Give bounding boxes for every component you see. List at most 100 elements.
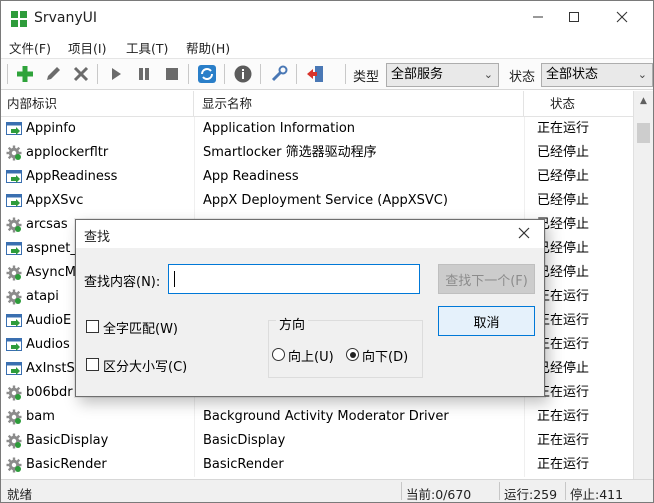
service-status: 正在运行 [524,429,633,453]
vertical-scrollbar[interactable]: ▲ [633,91,653,479]
start-button[interactable] [105,63,127,85]
status-filter-select[interactable]: 全部状态 ⌄ [541,63,653,87]
status-bar: 就绪 当前:0/670 运行:259 停止:411 [1,479,653,502]
type-filter-label: 类型 [353,70,380,85]
table-row[interactable]: applockerfltr Smartlocker 筛选器驱动程序 已经停止 [1,141,633,165]
find-content-input[interactable] [168,264,420,294]
service-name: AppX Deployment Service (AppXSVC) [194,189,524,213]
service-id: Appinfo [26,121,76,136]
window-icon [6,313,23,329]
delete-button[interactable] [70,63,92,85]
type-filter-select[interactable]: 全部服务 ⌄ [386,63,499,87]
pause-icon [139,68,149,80]
gear-icon [6,457,23,473]
service-id: applockerfltr [26,145,109,160]
find-content-label: 查找内容(N): [84,275,161,290]
window-title: SrvanyUI [34,10,98,26]
menu-file[interactable]: 文件(F) [9,38,51,57]
service-id: arcsas [26,217,68,232]
scroll-up-icon[interactable]: ▲ [634,91,653,111]
service-status: 正在运行 [524,453,633,477]
refresh-button[interactable] [196,63,218,85]
stop-button[interactable] [161,63,183,85]
find-next-button[interactable]: 查找下一个(F) [438,264,535,294]
match-case-label[interactable]: 区分大小写(C) [103,356,187,375]
stop-icon [166,68,178,80]
table-row[interactable]: BasicDisplay BasicDisplay 正在运行 [1,429,633,453]
cancel-button[interactable]: 取消 [438,306,535,336]
text-caret [174,271,175,287]
service-name: BasicRender [194,453,524,477]
window-icon [6,337,23,353]
edit-button[interactable] [42,63,64,85]
column-header-status[interactable]: 状态 [524,91,633,117]
refresh-icon [198,65,216,83]
menu-tools[interactable]: 工具(T) [126,38,168,57]
whole-word-checkbox[interactable] [86,320,99,333]
settings-button[interactable] [268,63,290,85]
scroll-thumb[interactable] [637,123,650,143]
list-header: 内部标识 显示名称 状态 [1,91,633,117]
window-icon [6,361,23,377]
service-id-cell: AppReadiness [6,165,194,189]
add-button[interactable] [14,63,36,85]
direction-down-label[interactable]: 向下(D) [362,346,408,365]
service-id-cell: AppXSvc [6,189,194,213]
service-id: atapi [26,289,59,304]
column-header-name[interactable]: 显示名称 [194,91,524,117]
gear-icon [6,385,23,401]
service-id-cell: BasicDisplay [6,429,194,453]
gear-icon [6,265,23,281]
chevron-down-icon: ⌄ [483,68,493,81]
match-case-checkbox[interactable] [86,358,99,371]
service-id: AppXSvc [26,193,84,208]
status-stopped: 停止:411 [570,487,624,502]
find-dialog-titlebar: 查找 [76,220,544,248]
menu-project[interactable]: 项目(I) [68,38,106,57]
table-row[interactable]: AppReadiness App Readiness 已经停止 [1,165,633,189]
close-button[interactable] [599,1,645,33]
service-id: aspnet_ [26,241,77,256]
status-separator [499,482,500,500]
chevron-down-icon: ⌄ [637,68,647,81]
service-status: 已经停止 [524,165,633,189]
delete-icon [73,66,89,82]
service-id: AsyncM [26,265,76,280]
service-id: BasicDisplay [26,433,109,448]
toolbar-separator [296,64,297,84]
info-button[interactable] [232,63,254,85]
add-icon [17,66,33,82]
minimize-icon [533,16,543,18]
direction-up-label[interactable]: 向上(U) [288,346,334,365]
service-id-cell: Appinfo [6,117,194,141]
service-id: bam [26,409,55,424]
direction-up-radio[interactable] [272,348,285,361]
whole-word-label[interactable]: 全字匹配(W) [103,318,178,337]
service-id-cell: BasicRender [6,453,194,477]
gear-icon [6,289,23,305]
table-row[interactable]: BasicRender BasicRender 正在运行 [1,453,633,477]
maximize-button[interactable] [551,1,597,33]
direction-label: 方向 [276,314,309,333]
table-row[interactable]: Appinfo Application Information 正在运行 [1,117,633,141]
maximize-icon [569,12,579,22]
toolbar-separator [345,64,346,84]
direction-down-radio[interactable] [346,348,359,361]
find-dialog: 查找 查找内容(N): 查找下一个(F) 取消 全字匹配(W) 区分大小写(C)… [75,219,545,397]
toolbar-separator [7,64,8,84]
exit-button[interactable] [304,63,326,85]
find-dialog-close-button[interactable] [514,223,534,243]
toolbar-separator [224,64,225,84]
service-status: 正在运行 [524,117,633,141]
status-separator [565,482,566,500]
toolbar-separator [260,64,261,84]
pause-button[interactable] [133,63,155,85]
table-row[interactable]: AppXSvc AppX Deployment Service (AppXSVC)… [1,189,633,213]
menu-help[interactable]: 帮助(H) [186,38,230,57]
service-name: Background Activity Moderator Driver [194,405,524,429]
gear-icon [6,409,23,425]
status-separator [401,482,402,500]
service-id-cell: bam [6,405,194,429]
table-row[interactable]: bam Background Activity Moderator Driver 正… [1,405,633,429]
column-header-id[interactable]: 内部标识 [1,91,194,117]
